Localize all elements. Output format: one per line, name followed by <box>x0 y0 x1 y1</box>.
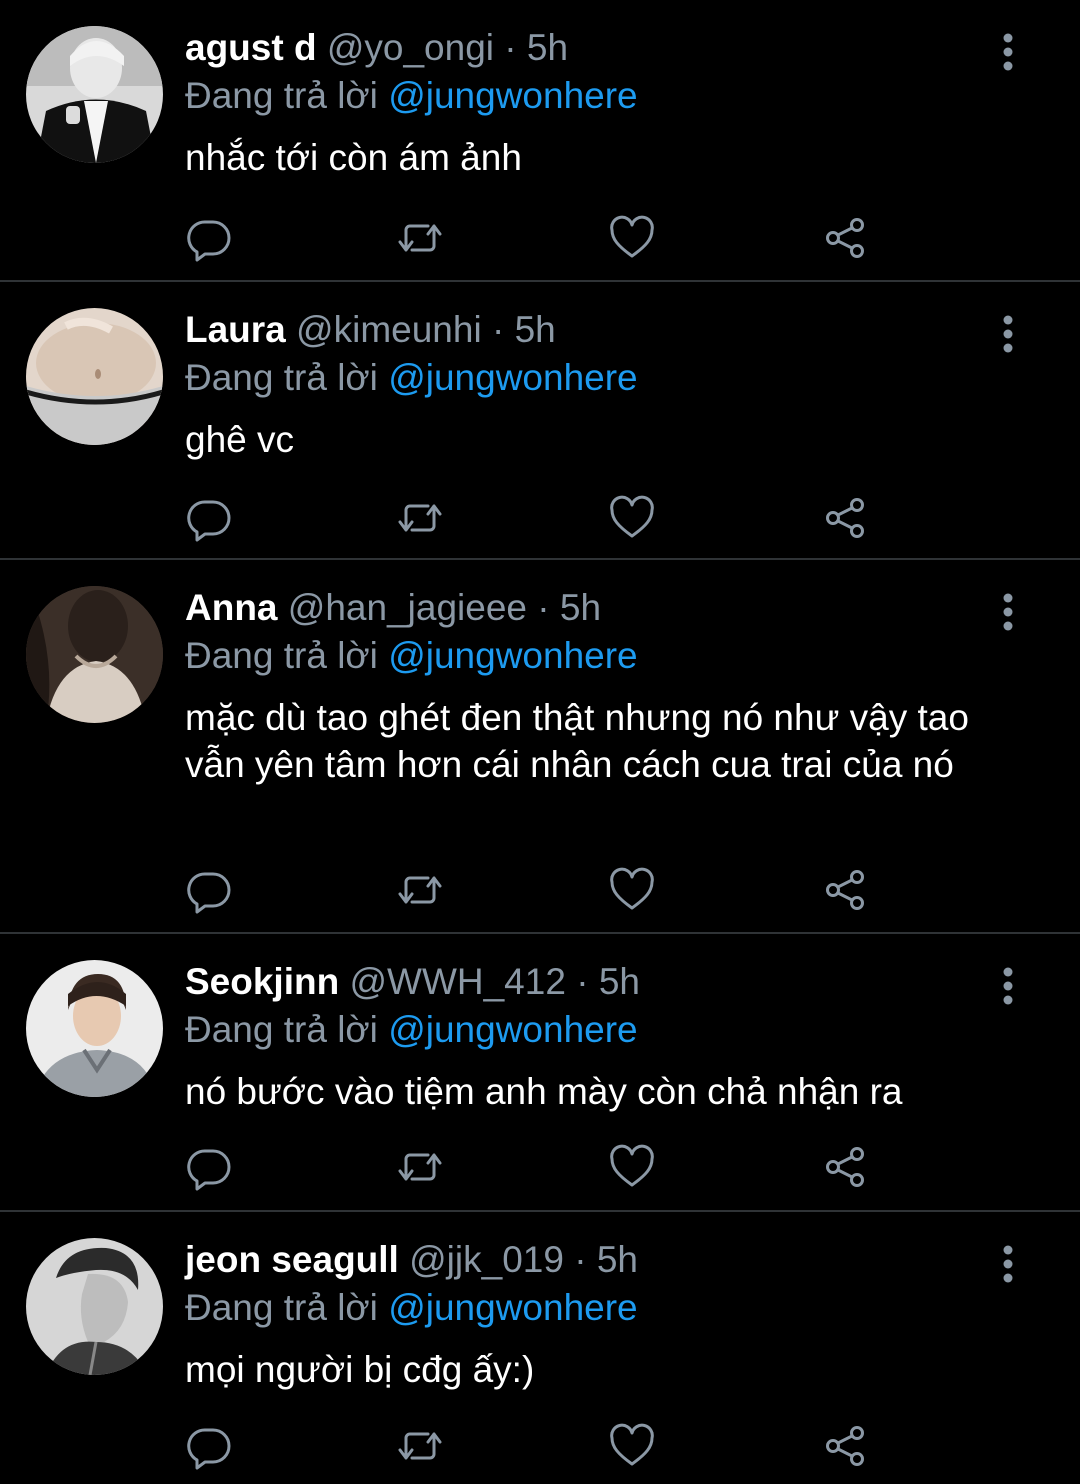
retweet-icon[interactable] <box>396 866 444 914</box>
reply-icon[interactable] <box>185 494 233 542</box>
more-vertical-icon[interactable] <box>988 590 1028 634</box>
separator-dot: · <box>576 961 589 1002</box>
tweet-text: ghê vc <box>185 419 295 460</box>
more-vertical-icon[interactable] <box>988 964 1028 1008</box>
timestamp[interactable]: 5h <box>599 961 640 1002</box>
heart-icon[interactable] <box>608 1143 656 1191</box>
tweet-text: mọi người bị cđg ấy:) <box>185 1349 535 1390</box>
display-name[interactable]: jeon seagull <box>185 1239 399 1280</box>
tweet-item[interactable]: Laura @kimeunhi · 5h Đang trả lời @jungw… <box>0 282 1080 560</box>
reply-icon[interactable] <box>185 214 233 262</box>
retweet-icon[interactable] <box>396 494 444 542</box>
heart-icon[interactable] <box>608 1422 656 1470</box>
action-bar <box>185 214 885 262</box>
share-icon[interactable] <box>821 1422 869 1470</box>
heart-icon[interactable] <box>608 494 656 542</box>
reply-mention-link[interactable]: @jungwonhere <box>388 357 637 398</box>
tweet-item[interactable]: Seokjinn @WWH_412 · 5h Đang trả lời @jun… <box>0 934 1080 1212</box>
reply-context: Đang trả lời @jungwonhere <box>185 354 970 402</box>
action-bar <box>185 1422 885 1470</box>
separator-dot: · <box>491 309 505 350</box>
more-vertical-icon[interactable] <box>988 30 1028 74</box>
share-icon[interactable] <box>821 866 869 914</box>
reply-icon[interactable] <box>185 866 233 914</box>
action-bar <box>185 494 885 542</box>
reply-icon[interactable] <box>185 1143 233 1191</box>
heart-icon[interactable] <box>608 866 656 914</box>
avatar[interactable] <box>26 586 163 723</box>
heart-icon[interactable] <box>608 214 656 262</box>
tweet-item[interactable]: Anna @han_jagieee · 5h Đang trả lời @jun… <box>0 560 1080 934</box>
share-icon[interactable] <box>821 214 869 262</box>
separator-dot: · <box>537 587 550 628</box>
timestamp[interactable]: 5h <box>515 309 556 350</box>
user-handle[interactable]: @yo_ongi <box>327 27 494 68</box>
share-icon[interactable] <box>821 494 869 542</box>
tweet-item[interactable]: jeon seagull @jjk_019 · 5h Đang trả lời … <box>0 1212 1080 1484</box>
timestamp[interactable]: 5h <box>527 27 568 68</box>
reply-mention-link[interactable]: @jungwonhere <box>388 1009 637 1050</box>
separator-dot: · <box>574 1239 587 1280</box>
tweet-item[interactable]: agust d @yo_ongi · 5h Đang trả lời @jung… <box>0 0 1080 282</box>
reply-mention-link[interactable]: @jungwonhere <box>388 1287 637 1328</box>
more-vertical-icon[interactable] <box>988 1242 1028 1286</box>
display-name[interactable]: agust d <box>185 27 317 68</box>
reply-prefix: Đang trả lời <box>185 75 378 116</box>
reply-prefix: Đang trả lời <box>185 635 378 676</box>
tweet-text: nhắc tới còn ám ảnh <box>185 137 522 178</box>
more-vertical-icon[interactable] <box>988 312 1028 356</box>
reply-icon[interactable] <box>185 1422 233 1470</box>
retweet-icon[interactable] <box>396 1422 444 1470</box>
reply-context: Đang trả lời @jungwonhere <box>185 72 970 120</box>
reply-prefix: Đang trả lời <box>185 357 378 398</box>
avatar[interactable] <box>26 1238 163 1375</box>
display-name[interactable]: Seokjinn <box>185 961 339 1002</box>
tweet-text: nó bước vào tiệm anh mày còn chả nhận ra <box>185 1071 903 1112</box>
user-handle[interactable]: @jjk_019 <box>409 1239 564 1280</box>
reply-context: Đang trả lời @jungwonhere <box>185 1006 970 1054</box>
user-handle[interactable]: @han_jagieee <box>288 587 527 628</box>
avatar[interactable] <box>26 26 163 163</box>
reply-mention-link[interactable]: @jungwonhere <box>388 75 637 116</box>
reply-mention-link[interactable]: @jungwonhere <box>388 635 637 676</box>
display-name[interactable]: Laura <box>185 309 286 350</box>
reply-context: Đang trả lời @jungwonhere <box>185 632 970 680</box>
action-bar <box>185 866 885 914</box>
reply-context: Đang trả lời @jungwonhere <box>185 1284 970 1332</box>
reply-prefix: Đang trả lời <box>185 1287 378 1328</box>
retweet-icon[interactable] <box>396 214 444 262</box>
timestamp[interactable]: 5h <box>560 587 601 628</box>
user-handle[interactable]: @kimeunhi <box>296 309 482 350</box>
retweet-icon[interactable] <box>396 1143 444 1191</box>
reply-feed: agust d @yo_ongi · 5h Đang trả lời @jung… <box>0 0 1080 1484</box>
user-handle[interactable]: @WWH_412 <box>349 961 565 1002</box>
avatar[interactable] <box>26 308 163 445</box>
display-name[interactable]: Anna <box>185 587 278 628</box>
separator-dot: · <box>504 27 517 68</box>
reply-prefix: Đang trả lời <box>185 1009 378 1050</box>
avatar[interactable] <box>26 960 163 1097</box>
timestamp[interactable]: 5h <box>597 1239 638 1280</box>
action-bar <box>185 1143 885 1191</box>
share-icon[interactable] <box>821 1143 869 1191</box>
tweet-text: mặc dù tao ghét đen thật nhưng nó như vậ… <box>185 697 969 785</box>
